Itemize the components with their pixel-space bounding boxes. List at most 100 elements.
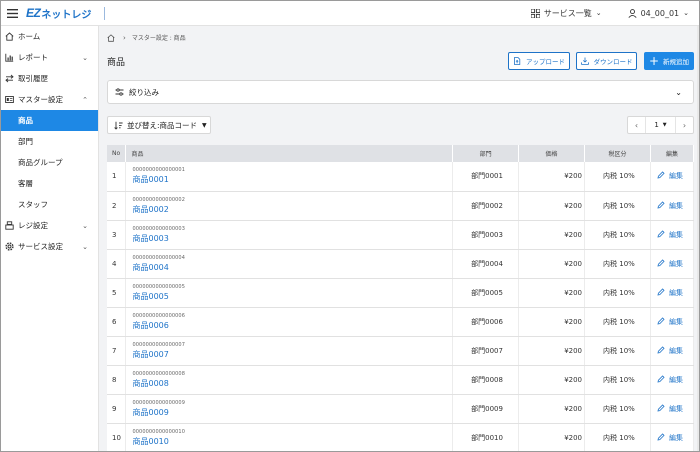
column-header-price: 価格 <box>518 145 586 162</box>
edit-button[interactable]: 編集 <box>650 162 695 192</box>
product-name-link[interactable]: 商品0002 <box>132 204 452 215</box>
product-name-link[interactable]: 商品0008 <box>132 378 452 389</box>
sidebar-item-report[interactable]: レポート ⌄ <box>1 47 98 68</box>
sidebar-subitem-departments[interactable]: 部門 <box>1 131 98 152</box>
product-code: 0000000000000007 <box>132 341 185 348</box>
edit-button[interactable]: 編集 <box>650 220 695 250</box>
sidebar-item-label: レポート <box>18 53 48 62</box>
sidebar-item-home[interactable]: ホーム <box>1 26 98 47</box>
column-header-edit: 編集 <box>650 145 695 162</box>
sidebar-subitem-label: 商品 <box>18 116 33 125</box>
edit-button-label: 編集 <box>668 288 683 297</box>
product-name-link[interactable]: 商品0001 <box>132 174 452 185</box>
add-new-button[interactable]: + 新規追加 <box>644 52 694 70</box>
edit-button-label: 編集 <box>668 346 683 355</box>
edit-button[interactable]: 編集 <box>650 394 695 424</box>
price-cell: ¥200 <box>518 423 586 451</box>
logo-ez: EZ <box>26 6 41 20</box>
table-row: 5 0000000000000005 商品0005 部門0005 ¥200 内税 10% 編… <box>107 278 695 308</box>
logo-text: ネットレジ <box>41 9 92 21</box>
sidebar-subitem-products[interactable]: 商品 <box>1 110 98 131</box>
edit-button-label: 編集 <box>668 201 683 210</box>
sidebar-subitem-product-groups[interactable]: 商品グループ <box>1 152 98 173</box>
sidebar-item-service-settings[interactable]: サービス設定 ⌄ <box>1 236 98 257</box>
home-icon[interactable] <box>107 33 115 42</box>
product-cell: 0000000000000001 商品0001 <box>125 162 454 192</box>
edit-button-label: 編集 <box>668 317 683 326</box>
download-button-label: ダウンロード <box>593 58 633 66</box>
master-icon <box>5 96 14 103</box>
sidebar-subitem-label: 客層 <box>18 179 33 188</box>
user-menu[interactable]: 04_00_01 ⌄ <box>628 9 689 18</box>
product-name-link[interactable]: 商品0004 <box>132 262 452 273</box>
services-menu[interactable]: サービス一覧 ⌄ <box>530 8 602 19</box>
product-name-link[interactable]: 商品0003 <box>132 233 452 244</box>
menu-toggle-button[interactable] <box>1 1 23 26</box>
edit-button[interactable]: 編集 <box>650 191 695 221</box>
sidebar-subitem-label: スタッフ <box>18 200 48 209</box>
product-name-link[interactable]: 商品0007 <box>132 349 452 360</box>
row-number: 3 <box>107 220 127 250</box>
upload-button[interactable]: アップロード <box>508 52 570 70</box>
row-number: 2 <box>107 191 127 221</box>
sidebar-item-history[interactable]: 取引履歴 <box>1 68 98 89</box>
row-number: 6 <box>107 307 127 337</box>
next-page-button[interactable]: › <box>676 117 693 133</box>
department-cell: 部門0008 <box>452 365 520 395</box>
top-bar: EZ ネットレジ サービス一覧 ⌄ 04_00_01 ⌄ <box>1 1 699 26</box>
price-cell: ¥200 <box>518 365 586 395</box>
row-number: 8 <box>107 365 127 395</box>
table-row: 6 0000000000000006 商品0006 部門0006 ¥200 内税 10% 編… <box>107 307 695 337</box>
pencil-icon <box>657 345 665 354</box>
sidebar-item-master[interactable]: マスター設定 ⌃ <box>1 89 98 110</box>
pencil-icon <box>657 258 665 267</box>
department-cell: 部門0007 <box>452 336 520 366</box>
product-name-link[interactable]: 商品0009 <box>132 407 452 418</box>
prev-page-button[interactable]: ‹ <box>628 117 645 133</box>
edit-button[interactable]: 編集 <box>650 336 695 366</box>
sidebar-item-register-settings[interactable]: レジ設定 ⌄ <box>1 215 98 236</box>
table-header-row: No 商品 部門 価格 税区分 編集 <box>107 145 695 162</box>
row-number: 5 <box>107 278 127 308</box>
page-title: 商品 <box>107 58 126 68</box>
column-header-product: 商品 <box>125 145 454 162</box>
app-logo[interactable]: EZ ネットレジ <box>26 6 91 21</box>
table-row: 9 0000000000000009 商品0009 部門0009 ¥200 内税 10% 編… <box>107 394 695 424</box>
product-cell: 0000000000000009 商品0009 <box>125 394 454 424</box>
chevron-down-icon: ⌄ <box>82 221 88 230</box>
edit-button[interactable]: 編集 <box>650 249 695 279</box>
download-button[interactable]: ダウンロード <box>576 52 637 70</box>
product-name-link[interactable]: 商品0005 <box>132 291 452 302</box>
edit-button[interactable]: 編集 <box>650 278 695 308</box>
sidebar-subitem-staff[interactable]: スタッフ <box>1 194 98 215</box>
department-cell: 部門0006 <box>452 307 520 337</box>
filter-label: 絞り込み <box>129 87 159 97</box>
product-code: 0000000000000002 <box>132 196 185 203</box>
table-row: 2 0000000000000002 商品0002 部門0002 ¥200 内税 10% 編… <box>107 191 695 221</box>
chevron-down-icon: ⌄ <box>683 9 689 17</box>
table-body: 1 0000000000000001 商品0001 部門0001 ¥200 内税 10% 編… <box>107 162 695 451</box>
plus-icon: + <box>648 54 660 68</box>
sort-dropdown[interactable]: 並び替え:商品コード ▼ <box>107 116 211 134</box>
register-icon <box>5 221 14 230</box>
filter-panel[interactable]: 絞り込み ⌄ <box>107 80 694 104</box>
app-window: EZ ネットレジ サービス一覧 ⌄ 04_00_01 ⌄ ホーム レポート ⌄ <box>0 0 700 452</box>
product-name-link[interactable]: 商品0006 <box>132 320 452 331</box>
sliders-icon <box>115 88 124 96</box>
edit-button-label: 編集 <box>668 259 683 268</box>
sidebar-subitem-customer-segments[interactable]: 客層 <box>1 173 98 194</box>
sidebar-item-label: 取引履歴 <box>18 74 48 83</box>
edit-button[interactable]: 編集 <box>650 307 695 337</box>
price-cell: ¥200 <box>518 307 586 337</box>
edit-button[interactable]: 編集 <box>650 423 695 451</box>
sidebar-item-label: レジ設定 <box>18 221 48 230</box>
pencil-icon <box>657 316 665 325</box>
edit-button[interactable]: 編集 <box>650 365 695 395</box>
product-name-link[interactable]: 商品0010 <box>132 436 452 447</box>
home-icon <box>5 32 14 41</box>
scrollbar-track[interactable] <box>697 26 699 451</box>
caret-down-icon: ▼ <box>202 121 207 129</box>
sidebar-item-label: ホーム <box>18 32 41 41</box>
page-select[interactable]: 1 ▼ <box>645 117 676 133</box>
tax-cell: 内税 10% <box>584 307 651 337</box>
